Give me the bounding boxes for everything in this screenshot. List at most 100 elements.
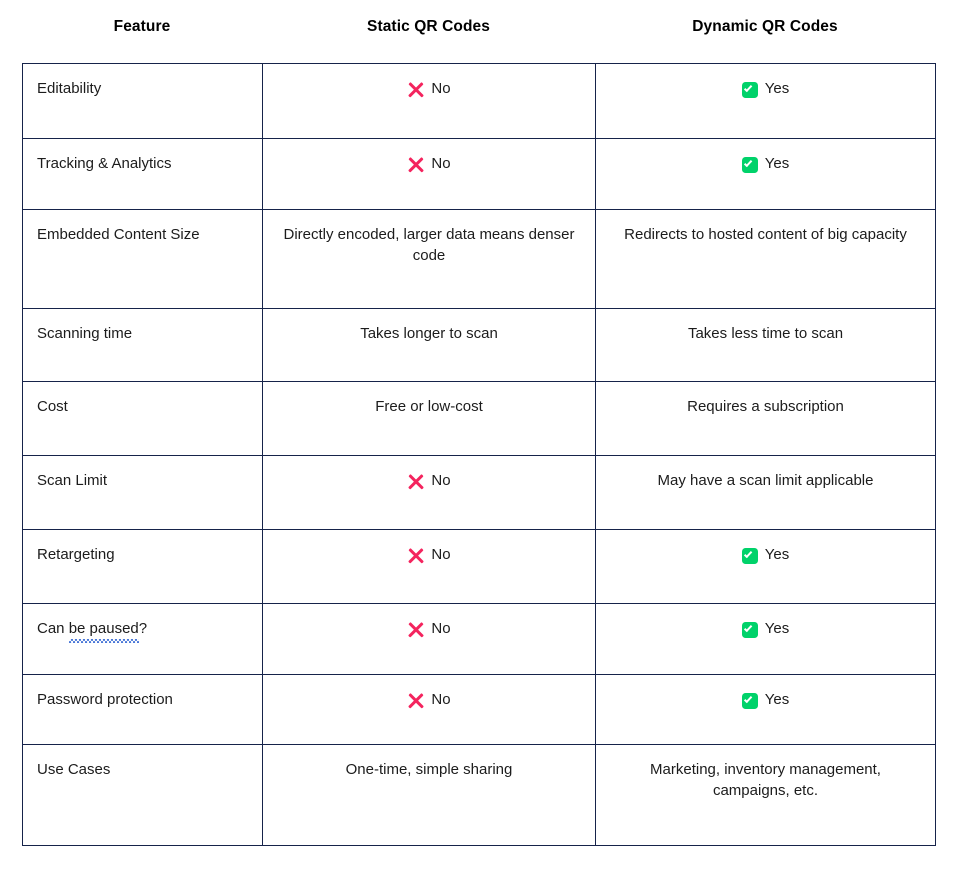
value-text: No <box>431 620 451 637</box>
table-row: Embedded Content Size Directly encoded, l… <box>22 209 936 309</box>
value-mark: No <box>407 689 450 710</box>
x-icon <box>407 473 424 490</box>
dynamic-qr-cell-content: Yes <box>596 604 935 674</box>
dynamic-qr-cell-content: Redirects to hosted content of big capac… <box>624 226 907 243</box>
static-qr-cell-content: No <box>263 604 595 674</box>
check-icon <box>741 81 758 98</box>
value-text: No <box>431 546 451 563</box>
feature-cell: Scanning time <box>22 308 263 382</box>
column-header-static-qr-codes: Static QR Codes <box>367 18 490 36</box>
static-qr-cell: Takes longer to scan <box>262 308 596 382</box>
dynamic-qr-cell: May have a scan limit applicable <box>595 455 936 530</box>
static-qr-cell: No <box>262 674 596 745</box>
check-icon <box>741 156 758 173</box>
x-icon <box>407 81 424 98</box>
check-icon <box>741 621 758 638</box>
feature-label: Tracking & Analytics <box>37 155 172 172</box>
value-text: No <box>431 691 451 708</box>
value-mark: No <box>407 470 450 491</box>
table-row: Password protection No Yes <box>22 674 936 745</box>
comparison-table-page: Feature Static QR Codes Dynamic QR Codes… <box>0 0 957 869</box>
feature-label: Password protection <box>37 691 173 708</box>
table-row: Can be paused? No Yes <box>22 603 936 675</box>
static-qr-cell: No <box>262 529 596 604</box>
value-text: No <box>431 80 451 97</box>
value-mark: Yes <box>741 689 790 710</box>
feature-label: Embedded Content Size <box>37 226 200 243</box>
table-row: Editability No Yes <box>22 63 936 139</box>
x-icon <box>407 621 424 638</box>
value-text: No <box>431 472 451 489</box>
static-qr-cell-content: One-time, simple sharing <box>345 761 513 778</box>
dynamic-qr-cell-content: Yes <box>596 530 935 603</box>
x-icon <box>407 692 424 709</box>
dynamic-qr-cell-content: Requires a subscription <box>687 398 844 415</box>
value-text: Yes <box>764 546 790 563</box>
check-icon <box>741 692 758 709</box>
feature-label: Editability <box>37 80 102 97</box>
static-qr-cell-content: Free or low-cost <box>375 398 483 415</box>
value-text: Yes <box>764 80 790 97</box>
feature-cell: Tracking & Analytics <box>22 138 263 210</box>
static-qr-cell: Directly encoded, larger data means dens… <box>262 209 596 309</box>
feature-cell: Retargeting <box>22 529 263 604</box>
value-text: No <box>431 155 451 172</box>
dynamic-qr-cell: Yes <box>595 674 936 745</box>
table-row: Use Cases One-time, simple sharing Marketi… <box>22 744 936 846</box>
static-qr-cell-content: No <box>263 139 595 209</box>
table-row: Retargeting No Yes <box>22 529 936 604</box>
column-header-row: Feature Static QR Codes Dynamic QR Codes <box>22 10 935 44</box>
dynamic-qr-cell: Yes <box>595 63 936 139</box>
table-body: Editability No Yes Tracking & Analytics No Ye… <box>22 63 936 846</box>
static-qr-cell: No <box>262 138 596 210</box>
table-row: Tracking & Analytics No Yes <box>22 138 936 210</box>
feature-cell: Use Cases <box>22 744 263 846</box>
value-mark: Yes <box>741 618 790 639</box>
value-mark: Yes <box>741 153 790 174</box>
value-mark: Yes <box>741 78 790 99</box>
static-qr-cell: No <box>262 63 596 139</box>
static-qr-cell-content: Directly encoded, larger data means dens… <box>283 226 575 265</box>
value-mark: No <box>407 153 450 174</box>
static-qr-cell-content: No <box>263 530 595 603</box>
static-qr-cell: No <box>262 603 596 675</box>
value-mark: No <box>407 544 450 565</box>
value-mark: Yes <box>741 544 790 565</box>
table-row: Cost Free or low-cost Requires a subscript… <box>22 381 936 456</box>
feature-label: Cost <box>37 398 68 415</box>
qr-comparison-table: Editability No Yes Tracking & Analytics No Ye… <box>22 63 936 846</box>
table-row: Scanning time Takes longer to scan Takes l… <box>22 308 936 382</box>
feature-label: Can be paused? <box>23 604 262 674</box>
feature-cell: Cost <box>22 381 263 456</box>
dynamic-qr-cell: Yes <box>595 603 936 675</box>
feature-cell: Can be paused? <box>22 603 263 675</box>
value-text: Yes <box>764 620 790 637</box>
feature-label: Scan Limit <box>37 472 108 489</box>
dynamic-qr-cell: Takes less time to scan <box>595 308 936 382</box>
dynamic-qr-cell: Requires a subscription <box>595 381 936 456</box>
dynamic-qr-cell-content: Yes <box>596 675 935 744</box>
static-qr-cell-content: Takes longer to scan <box>360 325 498 342</box>
value-text: Yes <box>764 691 790 708</box>
feature-label: Retargeting <box>37 546 115 563</box>
dynamic-qr-cell: Yes <box>595 529 936 604</box>
dynamic-qr-cell-content: Takes less time to scan <box>687 325 844 342</box>
static-qr-cell-content: No <box>263 64 595 138</box>
dynamic-qr-cell: Marketing, inventory management, campaig… <box>595 744 936 846</box>
column-header-dynamic-qr-codes: Dynamic QR Codes <box>692 18 838 36</box>
spellcheck-underlined-text: be paused <box>68 618 139 644</box>
feature-cell: Scan Limit <box>22 455 263 530</box>
static-qr-cell: No <box>262 455 596 530</box>
dynamic-qr-cell-content: Yes <box>596 64 935 138</box>
feature-cell: Password protection <box>22 674 263 745</box>
x-icon <box>407 547 424 564</box>
static-qr-cell: Free or low-cost <box>262 381 596 456</box>
value-mark: No <box>407 78 450 99</box>
static-qr-cell-content: No <box>263 456 595 529</box>
value-text: Yes <box>764 155 790 172</box>
dynamic-qr-cell-content: Yes <box>596 139 935 209</box>
column-header-feature: Feature <box>113 18 171 36</box>
feature-cell: Embedded Content Size <box>22 209 263 309</box>
feature-cell: Editability <box>22 63 263 139</box>
dynamic-qr-cell: Yes <box>595 138 936 210</box>
